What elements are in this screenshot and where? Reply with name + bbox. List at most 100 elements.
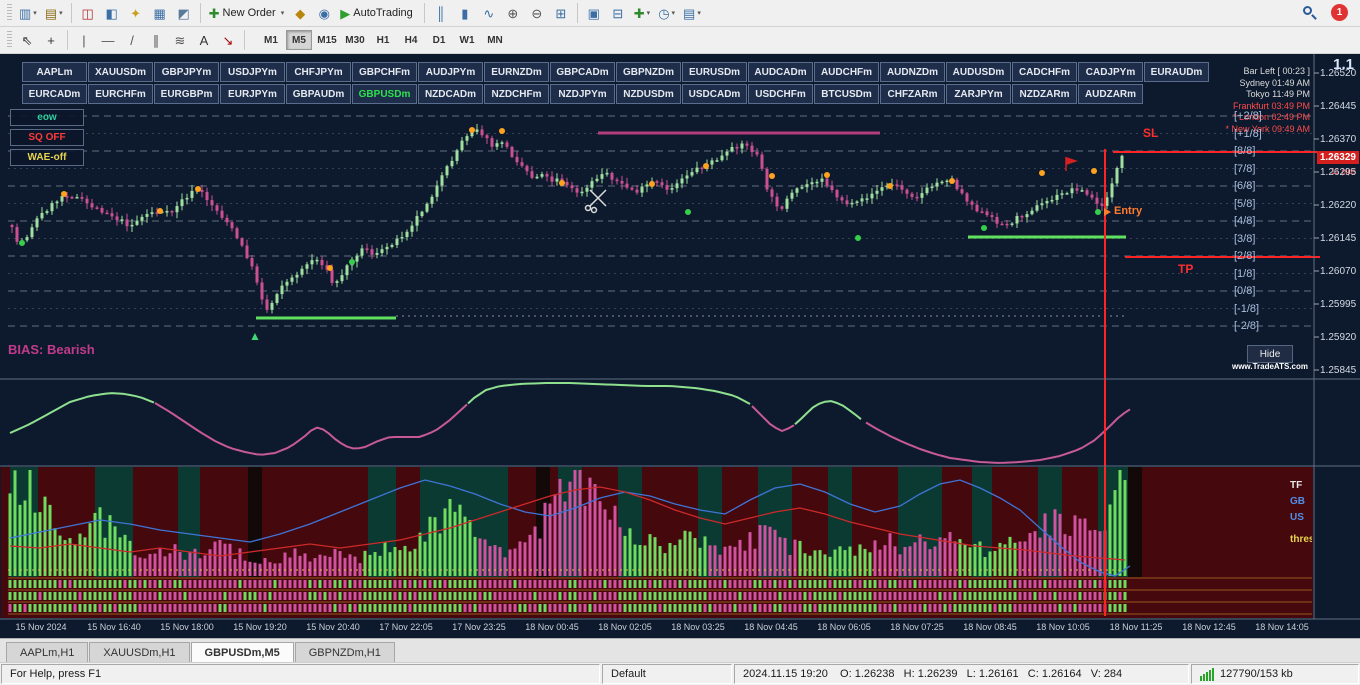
clock-row: Sydney 01:49 AM bbox=[1239, 77, 1310, 88]
bias-label: BIAS: Bearish bbox=[8, 342, 95, 357]
chart-tab-XAUUSDm-H1[interactable]: XAUUSDm,H1 bbox=[89, 642, 190, 662]
symbol-button-CADCHFm[interactable]: CADCHFm bbox=[1012, 62, 1077, 82]
symbol-button-NZDJPYm[interactable]: NZDJPYm bbox=[550, 84, 615, 104]
time-axis-label: 18 Nov 06:05 bbox=[817, 622, 871, 632]
status-connection: 127790/153 kb bbox=[1191, 664, 1359, 684]
time-axis-label: 15 Nov 2024 bbox=[15, 622, 67, 632]
symbol-button-NZDCHFm[interactable]: NZDCHFm bbox=[484, 84, 549, 104]
wae-label-tf: TF bbox=[1290, 480, 1303, 491]
watermark: www.TradeATS.com bbox=[1231, 362, 1308, 371]
symbol-button-CADJPYm[interactable]: CADJPYm bbox=[1078, 62, 1143, 82]
buy-arrow-icon: ▲ bbox=[249, 329, 261, 343]
symbol-button-USDJPYm[interactable]: USDJPYm bbox=[220, 62, 285, 82]
time-axis-label: 18 Nov 14:05 bbox=[1255, 622, 1309, 632]
time-axis-label: 18 Nov 02:05 bbox=[598, 622, 652, 632]
symbol-button-AUDJPYm[interactable]: AUDJPYm bbox=[418, 62, 483, 82]
time-axis-label: 15 Nov 18:00 bbox=[160, 622, 214, 632]
price-scale-label: 1.26520 bbox=[1320, 68, 1357, 79]
connection-bars-icon bbox=[1200, 667, 1214, 681]
symbol-button-EURGBPm[interactable]: EURGBPm bbox=[154, 84, 219, 104]
price-scale-label: 1.26070 bbox=[1320, 266, 1357, 277]
symbol-button-GBPUSDm[interactable]: GBPUSDm bbox=[352, 84, 417, 104]
chart-overlays: AAPLm XAUUSDm GBPJPYm USDJPYm CHFJPYm GBPCHFm… bbox=[0, 0, 1360, 685]
murrey-label: [+2/8] bbox=[1234, 110, 1262, 122]
clock-row: Tokyo 11:49 PM bbox=[1246, 89, 1310, 99]
symbol-button-XAUUSDm[interactable]: XAUUSDm bbox=[88, 62, 153, 82]
murrey-label: [3/8] bbox=[1234, 232, 1256, 245]
sl-label: SL bbox=[1143, 126, 1159, 140]
price-scale-label: 1.26295 bbox=[1320, 167, 1357, 178]
symbol-button-row-2: EURCADm EURCHFm EURGBPm EURJPYm GBPAUDm GBPUS… bbox=[22, 84, 1143, 104]
connection-label: 127790/153 kb bbox=[1220, 668, 1293, 680]
price-scale-label: 1.25920 bbox=[1320, 332, 1357, 343]
clock-panel: Bar Left [ 00:23 ] Sydney 01:49 AM Tokyo 1… bbox=[1225, 66, 1310, 135]
time-axis-label: 17 Nov 22:05 bbox=[379, 622, 433, 632]
symbol-button-NZDZARm[interactable]: NZDZARm bbox=[1012, 84, 1077, 104]
murrey-label: [-2/8] bbox=[1234, 320, 1260, 332]
symbol-button-AUDCADm[interactable]: AUDCADm bbox=[748, 62, 813, 82]
symbol-button-USDCADm[interactable]: USDCADm bbox=[682, 84, 747, 104]
time-axis-label: 18 Nov 04:45 bbox=[744, 622, 798, 632]
symbol-button-AUDUSDm[interactable]: AUDUSDm bbox=[946, 62, 1011, 82]
symbol-button-AUDNZDm[interactable]: AUDNZDm bbox=[880, 62, 945, 82]
time-axis-label: 18 Nov 12:45 bbox=[1182, 622, 1236, 632]
symbol-button-GBPCHFm[interactable]: GBPCHFm bbox=[352, 62, 417, 82]
murrey-label: [+1/8] bbox=[1234, 127, 1262, 140]
symbol-button-ZARJPYm[interactable]: ZARJPYm bbox=[946, 84, 1011, 104]
clock-row: Bar Left [ 00:23 ] bbox=[1243, 66, 1310, 76]
murrey-label: [5/8] bbox=[1234, 197, 1256, 210]
side-button-sq-off[interactable]: SQ OFF bbox=[10, 129, 84, 146]
chart-tabs: AAPLm,H1 XAUUSDm,H1 GBPUSDm,M5 GBPNZDm,H1 bbox=[0, 638, 1360, 662]
price-scale-label: 1.26445 bbox=[1320, 101, 1357, 112]
time-axis-label: 15 Nov 19:20 bbox=[233, 622, 287, 632]
time-axis-label: 15 Nov 16:40 bbox=[87, 622, 141, 632]
symbol-button-EURCADm[interactable]: EURCADm bbox=[22, 84, 87, 104]
price-scale-label: 1.25845 bbox=[1320, 365, 1357, 376]
side-button-eow[interactable]: eow bbox=[10, 109, 84, 126]
symbol-button-GBPJPYm[interactable]: GBPJPYm bbox=[154, 62, 219, 82]
symbol-button-USDCHFm[interactable]: USDCHFm bbox=[748, 84, 813, 104]
symbol-button-CHFZARm[interactable]: CHFZARm bbox=[880, 84, 945, 104]
symbol-button-NZDUSDm[interactable]: NZDUSDm bbox=[616, 84, 681, 104]
status-help: For Help, press F1 bbox=[1, 664, 600, 684]
murrey-label: [1/8] bbox=[1234, 267, 1256, 280]
chart-tab-GBPUSDm-M5[interactable]: GBPUSDm,M5 bbox=[190, 642, 294, 662]
time-axis-label: 18 Nov 07:25 bbox=[890, 622, 944, 632]
mt4-window: ▥ ▾ ▤ ▾ ◫ ◧ ✦ ▦ ◩ ✚ New Order ▾ ◆ ◉ ▶ AutoTrading ║ ▮ ∿ ⊕ ⊖ ⊞… bbox=[0, 0, 1360, 685]
murrey-label: [6/8] bbox=[1234, 180, 1256, 192]
hide-button[interactable]: Hide bbox=[1247, 345, 1293, 363]
symbol-button-EURUSDm[interactable]: EURUSDm bbox=[682, 62, 747, 82]
wae-label-thres: thres bbox=[1290, 534, 1312, 545]
time-axis-label: 15 Nov 20:40 bbox=[306, 622, 360, 632]
symbol-button-EURJPYm[interactable]: EURJPYm bbox=[220, 84, 285, 104]
time-axis-label: 18 Nov 08:45 bbox=[963, 622, 1017, 632]
time-axis-label: 18 Nov 00:45 bbox=[525, 622, 579, 632]
symbol-button-AUDZARm[interactable]: AUDZARm bbox=[1078, 84, 1143, 104]
symbol-button-BTCUSDm[interactable]: BTCUSDm bbox=[814, 84, 879, 104]
entry-label: Entry bbox=[1103, 205, 1143, 217]
side-button-wae-off[interactable]: WAE-off bbox=[10, 149, 84, 166]
symbol-button-GBPCADm[interactable]: GBPCADm bbox=[550, 62, 615, 82]
symbol-button-NZDCADm[interactable]: NZDCADm bbox=[418, 84, 483, 104]
murrey-label: [-1/8] bbox=[1234, 302, 1260, 315]
symbol-button-EURCHFm[interactable]: EURCHFm bbox=[88, 84, 153, 104]
symbol-button-CHFJPYm[interactable]: CHFJPYm bbox=[286, 62, 351, 82]
time-axis-label: 17 Nov 23:25 bbox=[452, 622, 506, 632]
symbol-button-GBPAUDm[interactable]: GBPAUDm bbox=[286, 84, 351, 104]
murrey-label: [4/8] bbox=[1234, 215, 1256, 227]
symbol-button-EURAUDm[interactable]: EURAUDm bbox=[1144, 62, 1209, 82]
status-quote: 2024.11.15 19:20 O: 1.26238 H: 1.26239 L… bbox=[734, 664, 1189, 684]
chart-tab-GBPNZDm-H1[interactable]: GBPNZDm,H1 bbox=[294, 642, 395, 662]
price-scale-label: 1.26145 bbox=[1320, 233, 1357, 244]
symbol-button-AAPLm[interactable]: AAPLm bbox=[22, 62, 87, 82]
symbol-button-AUDCHFm[interactable]: AUDCHFm bbox=[814, 62, 879, 82]
symbol-button-EURNZDm[interactable]: EURNZDm bbox=[484, 62, 549, 82]
tp-label: TP bbox=[1178, 262, 1194, 276]
murrey-label: [0/8] bbox=[1234, 285, 1256, 297]
wae-label-gb: GB bbox=[1290, 496, 1305, 507]
symbol-button-GBPNZDm[interactable]: GBPNZDm bbox=[616, 62, 681, 82]
chart-tab-AAPLm-H1[interactable]: AAPLm,H1 bbox=[6, 642, 89, 662]
murrey-label: [7/8] bbox=[1234, 162, 1256, 175]
status-profile[interactable]: Default bbox=[602, 664, 732, 684]
symbol-button-row-1: AAPLm XAUUSDm GBPJPYm USDJPYm CHFJPYm GBPCHFm… bbox=[22, 62, 1209, 82]
